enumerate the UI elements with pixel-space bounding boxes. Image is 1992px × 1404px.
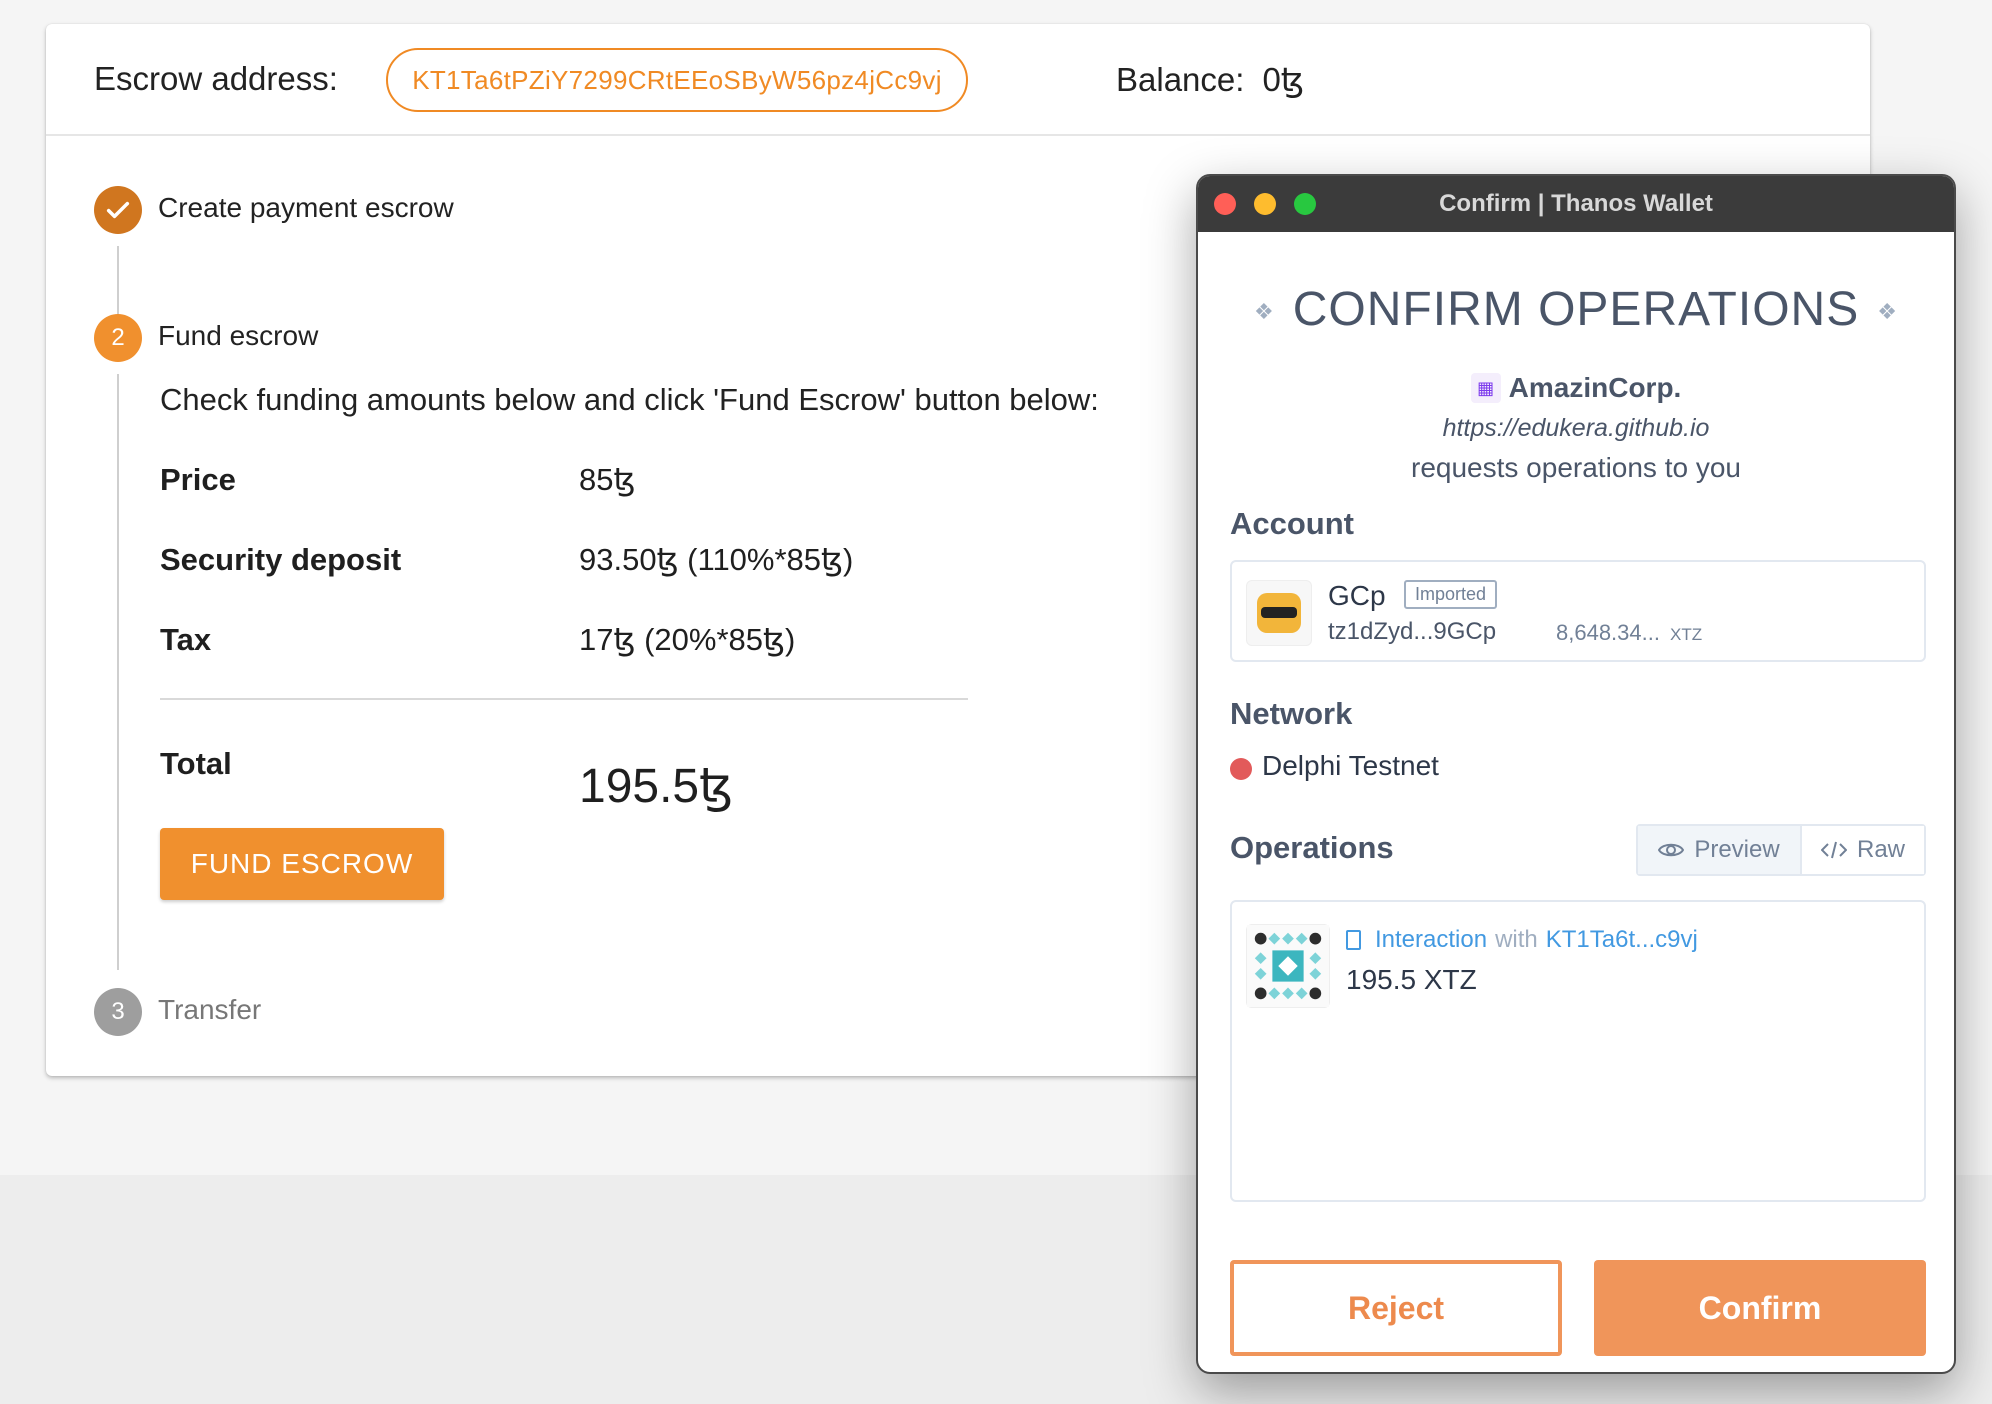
price-label: Price — [160, 462, 236, 497]
escrow-header: Escrow address: KT1Ta6tPZiY7299CRtEEoSBy… — [46, 24, 1870, 136]
preview-label: Preview — [1694, 836, 1780, 863]
step-3-label: Transfer — [158, 994, 262, 1025]
tax-value: 17ꜩ (20%*85ꜩ) — [579, 622, 796, 657]
contract-identicon — [1246, 924, 1330, 1008]
maximize-window-button[interactable] — [1294, 193, 1316, 215]
escrow-address-label: Escrow address: — [94, 60, 338, 97]
security-deposit-label: Security deposit — [160, 542, 402, 577]
funding-instructions: Check funding amounts below and click 'F… — [160, 382, 1099, 417]
account-address: tz1dZyd...9GCp — [1328, 618, 1497, 645]
operations-section-title: Operations — [1230, 830, 1394, 865]
heading-text: CONFIRM OPERATIONS — [1292, 283, 1860, 336]
step-connector — [117, 374, 119, 970]
total-value: 195.5ꜩ — [579, 760, 734, 813]
operation-item[interactable]: Interaction with KT1Ta6t...c9vj — [1346, 926, 1698, 954]
step-2-circle: 2 — [94, 314, 142, 362]
close-window-button[interactable] — [1214, 193, 1236, 215]
fund-escrow-button[interactable]: FUND ESCROW — [160, 828, 444, 900]
operation-amount: 195.5 XTZ — [1346, 964, 1477, 995]
minimize-window-button[interactable] — [1254, 193, 1276, 215]
network-name: Delphi Testnet — [1262, 750, 1439, 781]
confirm-button[interactable]: Confirm — [1594, 1260, 1926, 1356]
diamond-decoration-icon: ❖ — [1254, 299, 1275, 325]
operations-view-toggle: Preview Raw — [1636, 824, 1926, 876]
window-titlebar[interactable]: Confirm | Thanos Wallet — [1198, 176, 1954, 232]
total-label: Total — [160, 746, 232, 781]
total-divider — [160, 698, 968, 700]
account-balance-value: 8,648.34... — [1556, 620, 1660, 645]
balance: Balance: 0ꜩ — [1116, 60, 1304, 99]
document-icon — [1346, 930, 1361, 950]
raw-toggle-button[interactable]: Raw — [1802, 826, 1924, 874]
security-deposit-value: 93.50ꜩ (110%*85ꜩ) — [579, 542, 854, 577]
app-name: AmazinCorp. — [1508, 372, 1682, 403]
eye-icon — [1658, 843, 1685, 857]
account-name: GCp — [1328, 580, 1386, 611]
operation-with: with — [1495, 926, 1538, 953]
operation-kind: Interaction — [1375, 926, 1488, 953]
step-1-label: Create payment escrow — [158, 192, 454, 223]
price-value: 85ꜩ — [579, 462, 636, 497]
request-text: requests operations to you — [1411, 452, 1741, 483]
network-section-title: Network — [1230, 696, 1353, 731]
balance-value: 0ꜩ — [1262, 61, 1305, 98]
step-connector — [117, 246, 119, 316]
tax-label: Tax — [160, 622, 212, 657]
code-icon — [1820, 841, 1847, 859]
confirm-operations-heading: ❖ CONFIRM OPERATIONS ❖ — [1198, 282, 1954, 337]
window-title: Confirm | Thanos Wallet — [1439, 190, 1713, 217]
operation-target-contract[interactable]: KT1Ta6t...c9vj — [1546, 926, 1698, 954]
account-card[interactable]: GCp Imported tz1dZyd...9GCp 8,648.34... X… — [1230, 560, 1926, 662]
app-icon: ▦ — [1470, 373, 1501, 403]
diamond-decoration-icon: ❖ — [1877, 299, 1898, 325]
step-1-check-icon — [94, 186, 142, 234]
app-url: https://edukera.github.io — [1442, 414, 1710, 442]
network-status-dot — [1230, 758, 1252, 780]
account-balance: 8,648.34... XTZ — [1556, 620, 1702, 646]
operations-list: Interaction with KT1Ta6t...c9vj 195.5 XT… — [1230, 900, 1926, 1202]
balance-label: Balance: — [1116, 61, 1245, 98]
escrow-address-chip[interactable]: KT1Ta6tPZiY7299CRtEEoSByW56pz4jCc9vj — [386, 48, 968, 112]
requesting-app: ▦ AmazinCorp. — [1198, 372, 1954, 404]
account-balance-unit: XTZ — [1669, 625, 1703, 644]
reject-button[interactable]: Reject — [1230, 1260, 1562, 1356]
step-3-circle: 3 — [94, 988, 142, 1036]
account-avatar — [1246, 580, 1312, 646]
thanos-wallet-window: Confirm | Thanos Wallet ❖ CONFIRM OPERATI… — [1196, 174, 1956, 1374]
account-imported-badge: Imported — [1404, 580, 1498, 609]
raw-label: Raw — [1856, 836, 1905, 863]
account-section-title: Account — [1230, 506, 1354, 541]
step-2-label: Fund escrow — [158, 320, 319, 351]
preview-toggle-button[interactable]: Preview — [1638, 826, 1802, 874]
